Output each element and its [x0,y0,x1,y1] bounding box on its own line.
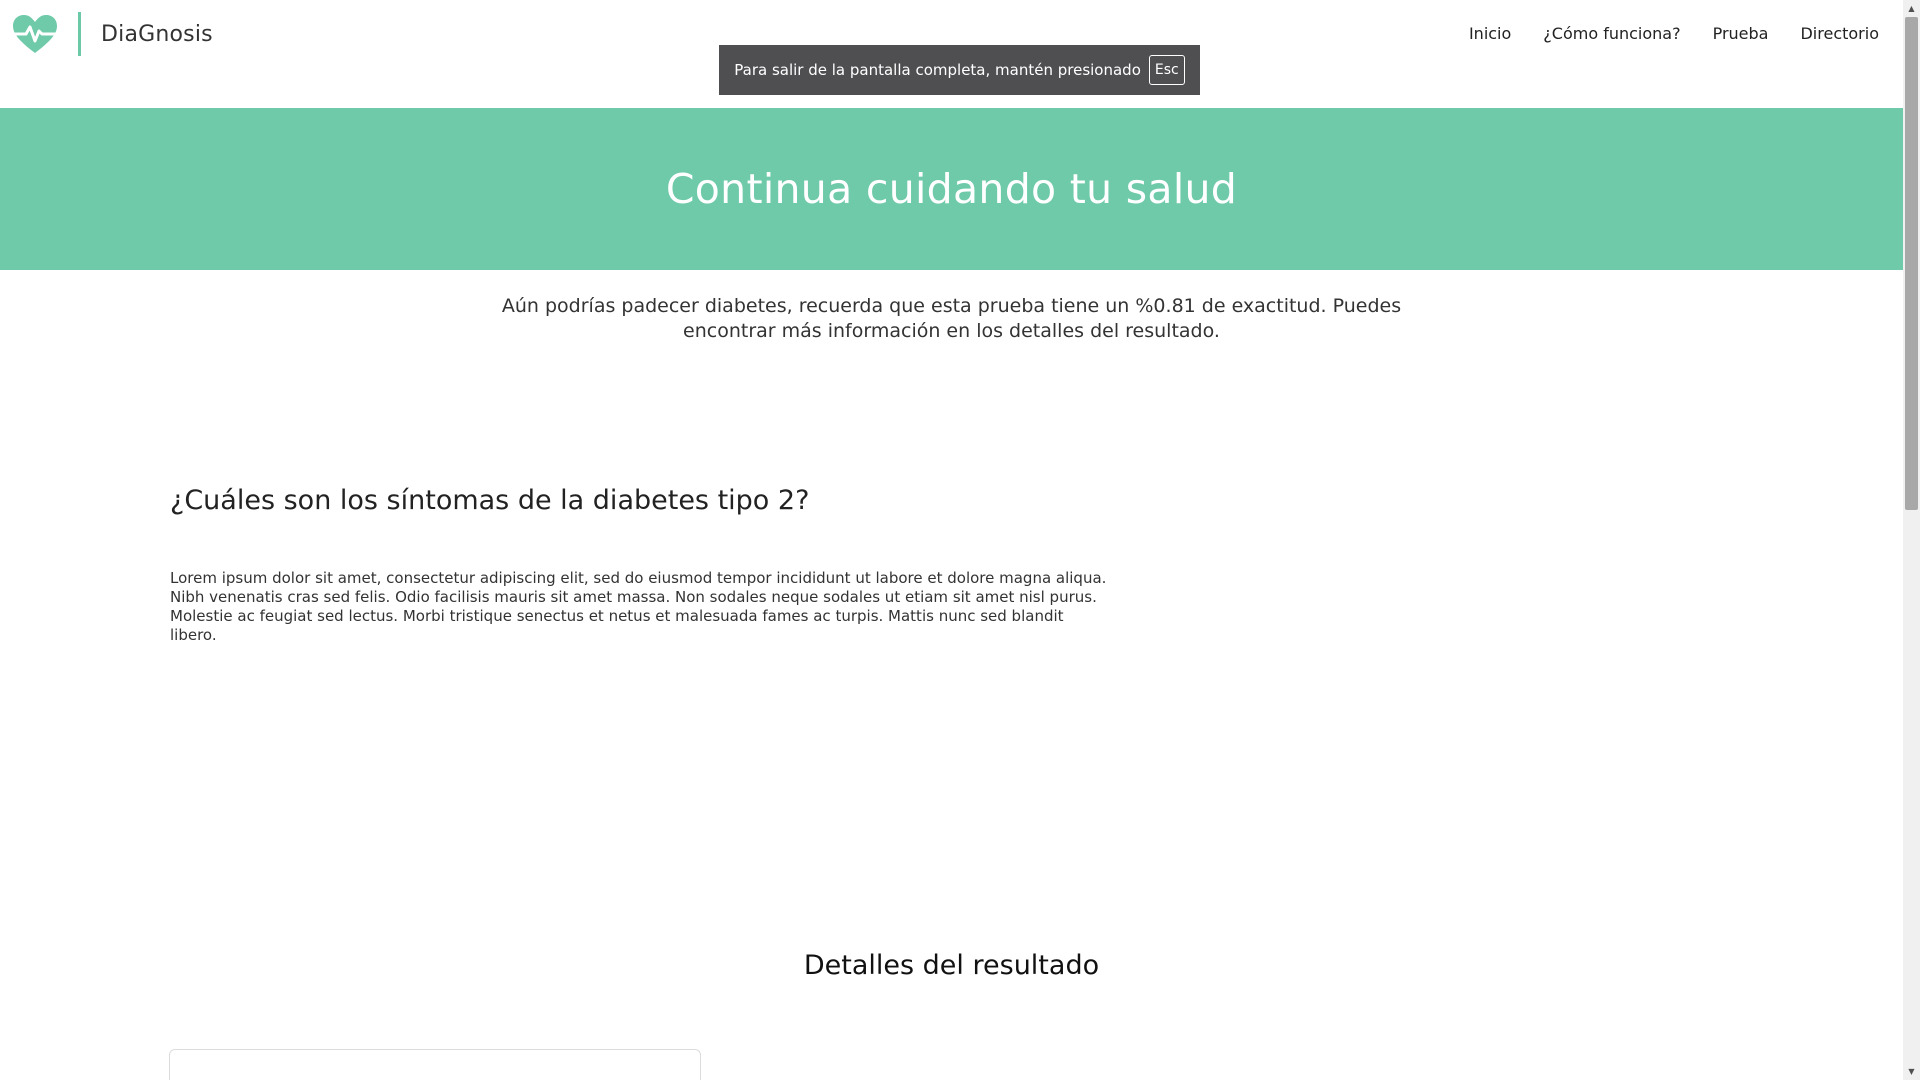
scroll-up-arrow-icon[interactable]: ▲ [1903,0,1920,17]
esc-key-badge: Esc [1148,55,1185,85]
result-detail-card [169,1049,701,1080]
main-nav: Inicio ¿Cómo funciona? Prueba Directorio [1469,24,1879,43]
nav-item-directorio[interactable]: Directorio [1800,24,1879,43]
brand-name: DiaGnosis [101,21,213,47]
vertical-scrollbar[interactable]: ▲ ▼ [1903,0,1920,1080]
heart-pulse-icon [13,15,57,53]
nav-item-inicio[interactable]: Inicio [1469,24,1511,43]
nav-item-prueba[interactable]: Prueba [1713,24,1769,43]
scroll-down-arrow-icon[interactable]: ▼ [1903,1063,1920,1080]
symptoms-body: Lorem ipsum dolor sit amet, consectetur … [170,569,1107,644]
details-title: Detalles del resultado [803,950,1100,981]
fullscreen-notice: Para salir de la pantalla completa, mant… [719,45,1200,95]
nav-item-como-funciona[interactable]: ¿Cómo funciona? [1543,24,1680,43]
symptoms-title: ¿Cuáles son los síntomas de la diabetes … [170,485,810,516]
brand[interactable]: DiaGnosis [12,12,213,56]
scrollbar-thumb[interactable] [1905,17,1918,510]
fullscreen-notice-text: Para salir de la pantalla completa, mant… [734,61,1141,79]
hero-banner: Continua cuidando tu salud [0,108,1903,270]
page: DiaGnosis Inicio ¿Cómo funciona? Prueba … [0,0,1920,1080]
hero-title: Continua cuidando tu salud [665,165,1238,213]
result-message: Aún podrías padecer diabetes, recuerda q… [501,295,1402,342]
brand-divider [78,12,81,56]
